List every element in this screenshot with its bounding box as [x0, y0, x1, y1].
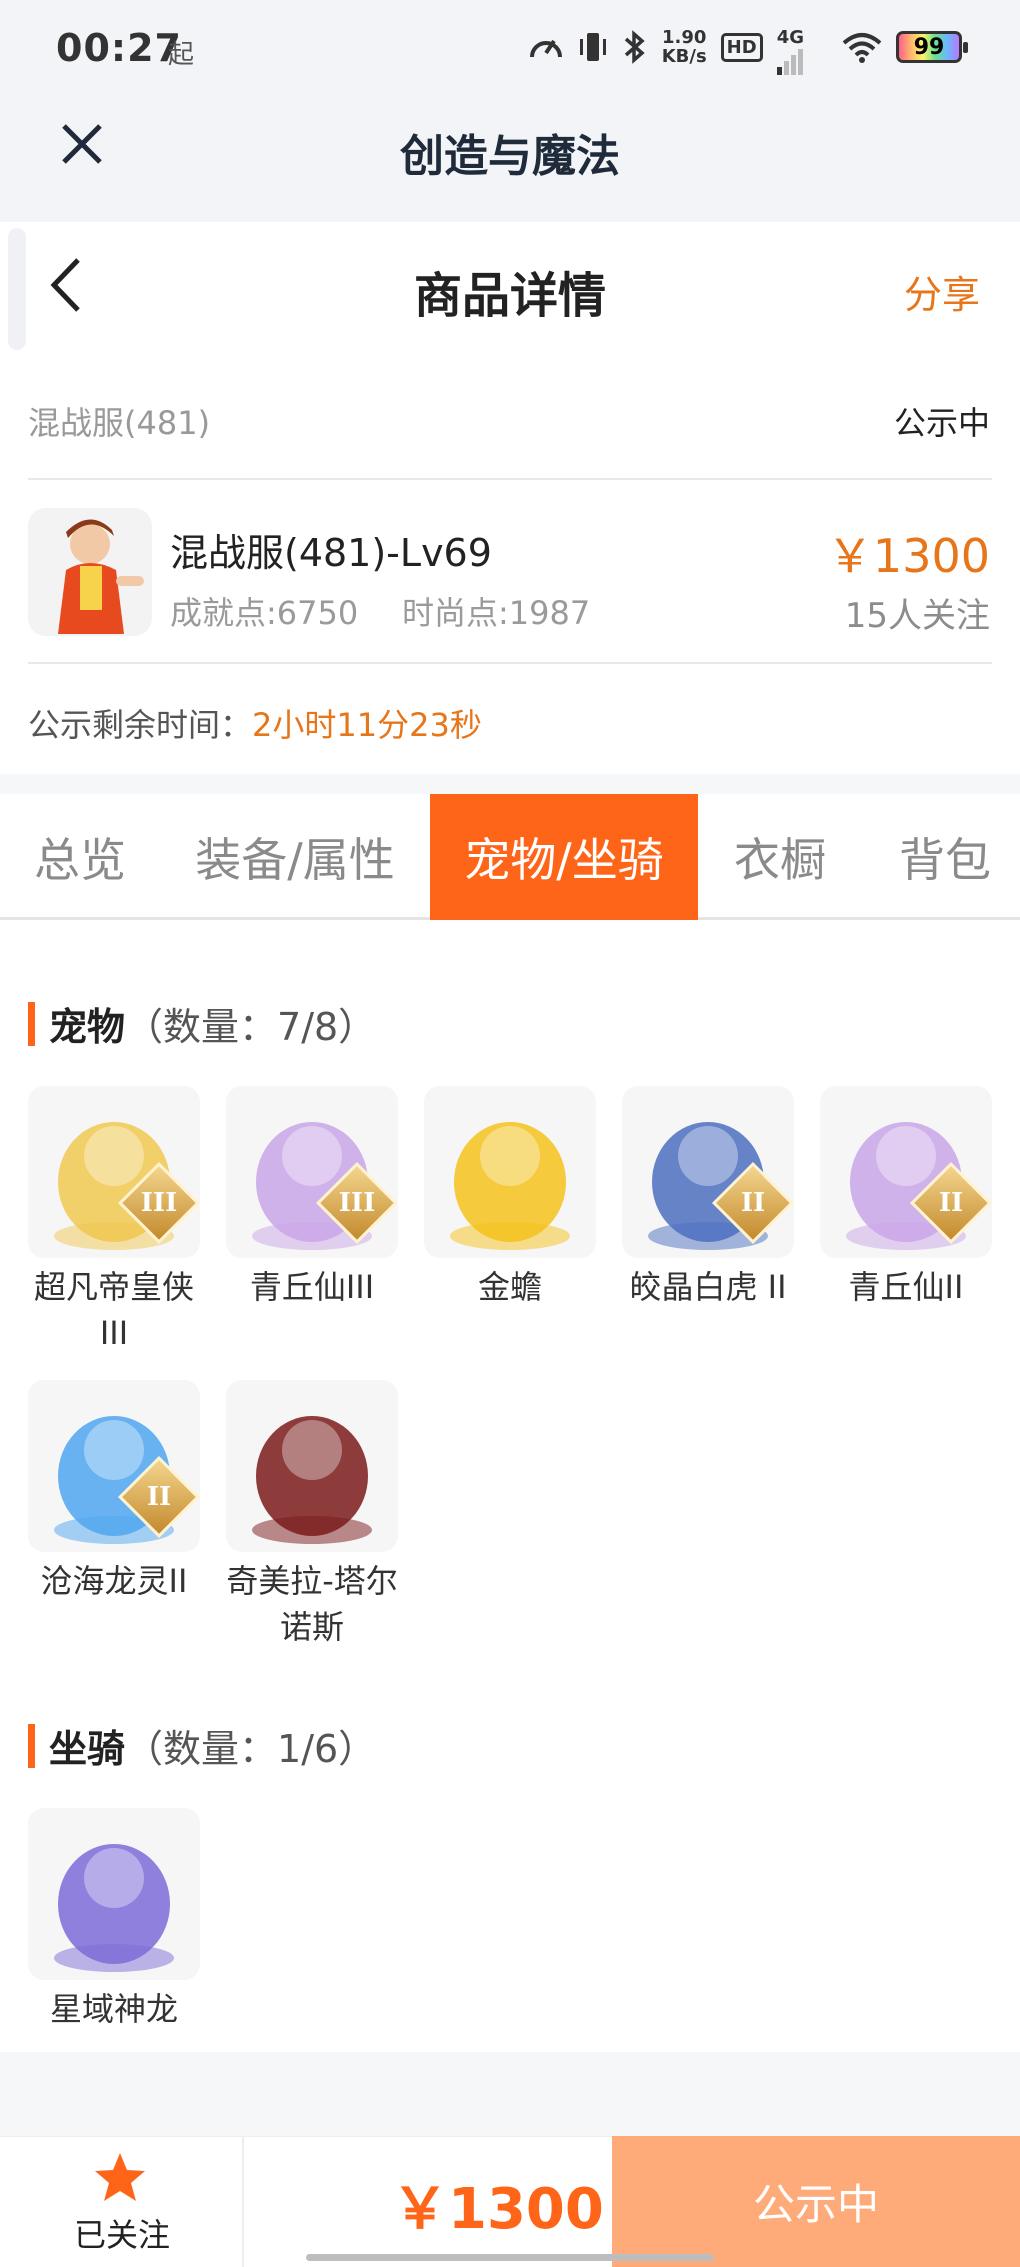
pet-thumbnail [28, 1808, 200, 1980]
net-speed: 1.90 KB/s [661, 27, 707, 67]
pet-item[interactable]: 星域神龙 [28, 1808, 200, 2032]
pet-thumbnail: II [28, 1380, 200, 1552]
pet-thumbnail [226, 1380, 398, 1552]
tier-badge-label: II [740, 1188, 766, 1218]
star-icon [95, 2153, 145, 2201]
speedometer-icon [529, 39, 562, 58]
pet-item[interactable]: II 青丘仙II [820, 1086, 992, 1310]
status-button[interactable]: 公示中 [612, 2136, 1020, 2267]
fashion-points: 时尚点:1987 [402, 594, 591, 632]
pet-name: 青丘仙II [848, 1268, 964, 1306]
pet-name: 超凡帝皇侠III [33, 1268, 194, 1352]
tab-wardrobe[interactable]: 衣橱 [700, 794, 860, 920]
tier-badge-label: II [146, 1482, 172, 1512]
battery-icon: 99 [896, 31, 968, 63]
remaining-time-value: 2小时11分23秒 [252, 706, 482, 744]
tab-bar: 总览 装备/属性 宠物/坐骑 衣橱 背包 [0, 794, 1020, 920]
page-title: 商品详情 [413, 268, 606, 324]
pet-name: 星域神龙 [49, 1990, 178, 2028]
pets-section-title: 宠物 （数量：7/8） [28, 996, 376, 1051]
divider [28, 662, 992, 664]
pet-item[interactable]: 金蟾 [424, 1086, 596, 1310]
tab-pets-mounts[interactable]: 宠物/坐骑 [430, 794, 698, 920]
product-price: ￥1300 [826, 529, 990, 583]
status-alarm-label: 起 [168, 40, 195, 70]
product-name: 混战服(481)-Lv69 [170, 531, 492, 575]
achievement-points: 成就点:6750 [170, 594, 359, 632]
server-name: 混战服(481) [28, 404, 211, 442]
section-marker [28, 1723, 35, 1768]
status-icons: 1.90 KB/s HD 4G 99 [528, 27, 968, 75]
status-badge: 公示中 [893, 404, 990, 442]
mounts-section-title: 坐骑 （数量：1/6） [28, 1718, 376, 1773]
home-indicator [306, 2254, 714, 2261]
vibrate-icon [579, 33, 606, 61]
tab-backpack[interactable]: 背包 [870, 794, 1020, 920]
bottom-spacer [0, 2052, 1020, 2136]
status-time: 00:27 [56, 26, 182, 70]
tier-badge-label: III [140, 1188, 178, 1218]
pet-thumbnail: III [28, 1086, 200, 1258]
character-avatar [28, 508, 152, 636]
pet-item[interactable]: II 皎晶白虎 II [622, 1086, 794, 1310]
tier-badge-label: III [338, 1188, 376, 1218]
section-marker [28, 1001, 35, 1046]
signal-icon: 4G [776, 27, 804, 75]
pet-name: 奇美拉-塔尔诺斯 [226, 1562, 398, 1646]
follower-count: 15人关注 [844, 596, 990, 636]
pet-item[interactable]: 奇美拉-塔尔诺斯 [226, 1380, 398, 1650]
pet-item[interactable]: II 沧海龙灵II [28, 1380, 200, 1604]
remaining-time: 公示剩余时间：2小时11分23秒 [28, 706, 482, 744]
pet-name: 皎晶白虎 II [629, 1268, 787, 1306]
pet-thumbnail [424, 1086, 596, 1258]
tab-overview[interactable]: 总览 [0, 794, 160, 920]
pet-name: 金蟾 [477, 1268, 542, 1306]
pet-item[interactable]: III 青丘仙III [226, 1086, 398, 1310]
hd-icon: HD [720, 32, 763, 62]
tier-badge-label: II [938, 1188, 964, 1218]
pet-thumbnail: II [820, 1086, 992, 1258]
wifi-icon [842, 33, 882, 63]
bottom-price: ￥1300 [392, 2177, 604, 2242]
pet-thumbnail: II [622, 1086, 794, 1258]
tab-equipment[interactable]: 装备/属性 [180, 794, 410, 920]
follow-label: 已关注 [73, 2216, 170, 2254]
pet-thumbnail: III [226, 1086, 398, 1258]
bluetooth-icon [624, 30, 645, 64]
app-title: 创造与魔法 [400, 131, 620, 182]
share-button[interactable]: 分享 [904, 264, 980, 319]
divider [28, 478, 992, 480]
pet-item[interactable]: III 超凡帝皇侠III [28, 1086, 200, 1356]
pet-name: 青丘仙III [249, 1268, 375, 1306]
pet-name: 沧海龙灵II [40, 1562, 188, 1600]
section-gap [0, 774, 1020, 794]
